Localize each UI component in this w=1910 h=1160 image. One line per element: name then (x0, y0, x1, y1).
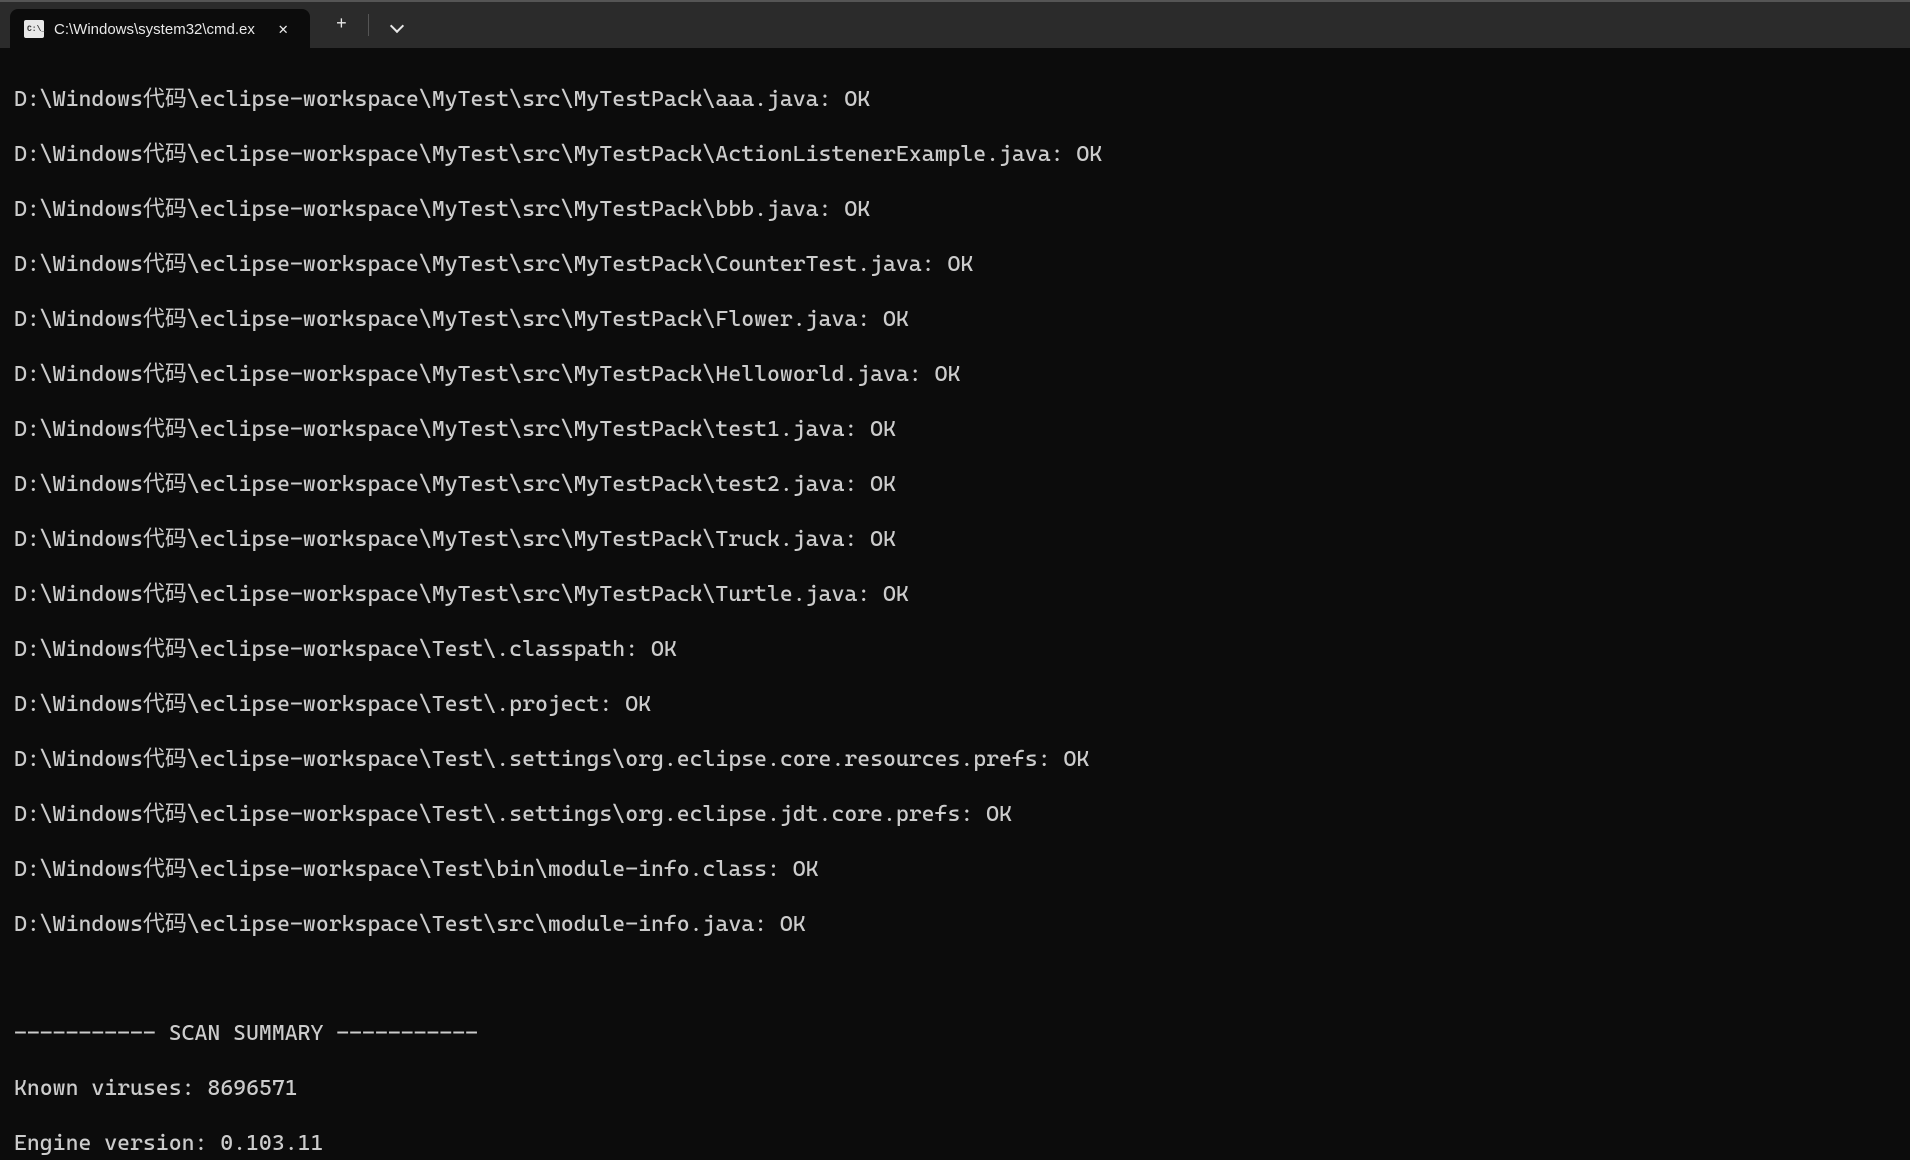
terminal-output[interactable]: D:\Windows代码\eclipse-workspace\MyTest\sr… (0, 48, 1910, 1160)
summary-known-viruses: Known viruses: 8696571 (14, 1075, 1896, 1103)
scan-line: D:\Windows代码\eclipse-workspace\Test\bin\… (14, 856, 1896, 884)
scan-line: D:\Windows代码\eclipse-workspace\MyTest\sr… (14, 416, 1896, 444)
close-tab-button[interactable]: ✕ (270, 15, 296, 43)
tab-title: C:\Windows\system32\cmd.ex (54, 21, 262, 38)
divider (368, 14, 369, 36)
scan-line: D:\Windows代码\eclipse-workspace\MyTest\sr… (14, 361, 1896, 389)
summary-engine-version: Engine version: 0.103.11 (14, 1130, 1896, 1158)
scan-line: D:\Windows代码\eclipse-workspace\Test\src\… (14, 911, 1896, 939)
new-tab-button[interactable]: + (322, 9, 361, 41)
scan-line: D:\Windows代码\eclipse-workspace\MyTest\sr… (14, 141, 1896, 169)
blank-line (14, 966, 1896, 993)
terminal-tab[interactable]: C:\_ C:\Windows\system32\cmd.ex ✕ (10, 9, 310, 49)
tab-dropdown-button[interactable] (376, 13, 416, 37)
terminal-window: C:\_ C:\Windows\system32\cmd.ex ✕ + D:\W… (0, 0, 1910, 1160)
summary-header: ----------- SCAN SUMMARY ----------- (14, 1020, 1896, 1048)
chevron-down-icon (390, 19, 402, 31)
scan-line: D:\Windows代码\eclipse-workspace\MyTest\sr… (14, 471, 1896, 499)
tab-actions: + (322, 9, 416, 41)
titlebar: C:\_ C:\Windows\system32\cmd.ex ✕ + (0, 0, 1910, 48)
scan-line: D:\Windows代码\eclipse-workspace\MyTest\sr… (14, 306, 1896, 334)
scan-line: D:\Windows代码\eclipse-workspace\Test\.set… (14, 801, 1896, 829)
scan-line: D:\Windows代码\eclipse-workspace\Test\.cla… (14, 636, 1896, 664)
scan-line: D:\Windows代码\eclipse-workspace\MyTest\sr… (14, 251, 1896, 279)
scan-line: D:\Windows代码\eclipse-workspace\MyTest\sr… (14, 526, 1896, 554)
scan-line: D:\Windows代码\eclipse-workspace\MyTest\sr… (14, 86, 1896, 114)
cmd-icon: C:\_ (24, 20, 44, 38)
scan-line: D:\Windows代码\eclipse-workspace\Test\.pro… (14, 691, 1896, 719)
scan-line: D:\Windows代码\eclipse-workspace\Test\.set… (14, 746, 1896, 774)
scan-line: D:\Windows代码\eclipse-workspace\MyTest\sr… (14, 196, 1896, 224)
scan-line: D:\Windows代码\eclipse-workspace\MyTest\sr… (14, 581, 1896, 609)
